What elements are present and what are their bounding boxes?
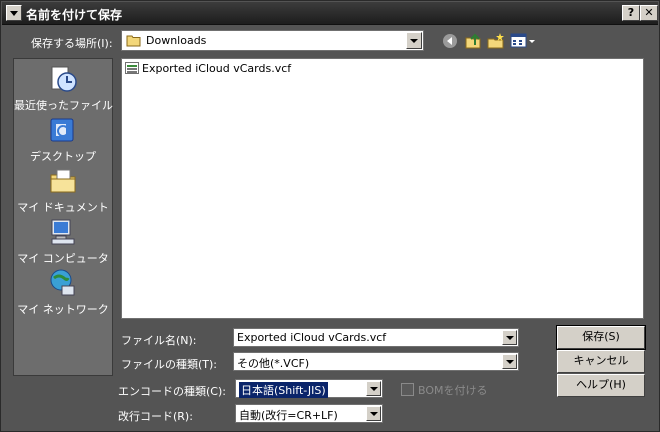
recent-documents-icon — [51, 66, 77, 92]
place-label-my-network: マイ ネットワーク — [17, 303, 109, 316]
location-dropdown-arrow[interactable] — [406, 32, 422, 49]
location-label: 保存する場所(I): — [31, 37, 113, 50]
location-value: Downloads — [146, 34, 207, 47]
save-button[interactable]: 保存(S) — [556, 325, 646, 350]
filetype-select[interactable]: その他(*.VCF) — [233, 352, 519, 371]
file-name: Exported iCloud vCards.vcf — [142, 62, 292, 75]
place-my-computer[interactable]: マイ コンピュータ — [14, 217, 112, 267]
filetype-value: その他(*.VCF) — [237, 357, 310, 370]
my-network-icon — [50, 269, 75, 296]
cancel-button[interactable]: キャンセル — [557, 350, 645, 373]
place-label-my-computer: マイ コンピュータ — [17, 252, 109, 265]
file-list[interactable]: Exported iCloud vCards.vcf — [121, 58, 644, 319]
location-select[interactable]: Downloads — [121, 30, 424, 51]
place-label-desktop: デスクトップ — [30, 150, 96, 163]
place-desktop[interactable]: デスクトップ — [14, 115, 112, 165]
close-button[interactable]: ✕ — [640, 5, 658, 21]
my-computer-icon — [51, 219, 75, 245]
new-folder-icon[interactable] — [487, 32, 505, 50]
bom-checkbox[interactable] — [401, 383, 414, 396]
vcf-file-icon — [125, 62, 139, 74]
up-folder-icon[interactable] — [464, 32, 482, 50]
newline-dropdown-arrow[interactable] — [366, 406, 381, 421]
place-recent[interactable]: 最近使ったファイル — [14, 64, 113, 114]
filename-value: Exported iCloud vCards.vcf — [237, 331, 387, 344]
filename-dropdown-arrow[interactable] — [502, 330, 517, 345]
encoding-label: エンコードの種類(C): — [118, 385, 226, 398]
encoding-select[interactable]: 日本語(Shift-JIS) — [235, 379, 383, 398]
filename-label: ファイル名(N): — [121, 334, 197, 347]
save-as-dialog: 名前を付けて保存 ? ✕ 保存する場所(I): Downloads 最近使ったフ… — [0, 0, 660, 432]
filetype-label: ファイルの種類(T): — [121, 358, 218, 371]
encoding-value: 日本語(Shift-JIS) — [239, 382, 328, 398]
back-icon[interactable] — [441, 32, 459, 50]
view-menu-icon[interactable] — [510, 32, 536, 50]
filetype-dropdown-arrow[interactable] — [502, 354, 517, 369]
title-bar: 名前を付けて保存 ? ✕ — [2, 2, 658, 25]
title-help-button[interactable]: ? — [622, 5, 640, 21]
file-list-item[interactable]: Exported iCloud vCards.vcf — [125, 62, 291, 75]
newline-label: 改行コード(R): — [118, 410, 193, 423]
place-my-network[interactable]: マイ ネットワーク — [14, 268, 112, 318]
newline-select[interactable]: 自動(改行=CR+LF) — [235, 404, 383, 423]
places-bar: 最近使ったファイル デスクトップ マイ ドキュメント マイ コンピュータ マイ … — [13, 58, 113, 376]
place-my-documents[interactable]: マイ ドキュメント — [14, 166, 112, 216]
filename-input[interactable]: Exported iCloud vCards.vcf — [233, 328, 519, 347]
system-menu-button[interactable] — [6, 5, 22, 21]
folder-icon — [126, 35, 141, 47]
place-label-recent: 最近使ったファイル — [14, 99, 113, 112]
bom-label: BOMを付ける — [418, 384, 488, 397]
newline-value: 自動(改行=CR+LF) — [239, 409, 338, 422]
place-label-my-documents: マイ ドキュメント — [17, 201, 109, 214]
encoding-dropdown-arrow[interactable] — [366, 381, 381, 396]
my-documents-icon — [50, 169, 76, 193]
help-button[interactable]: ヘルプ(H) — [557, 374, 645, 397]
desktop-icon — [50, 118, 74, 142]
window-title: 名前を付けて保存 — [26, 8, 123, 22]
